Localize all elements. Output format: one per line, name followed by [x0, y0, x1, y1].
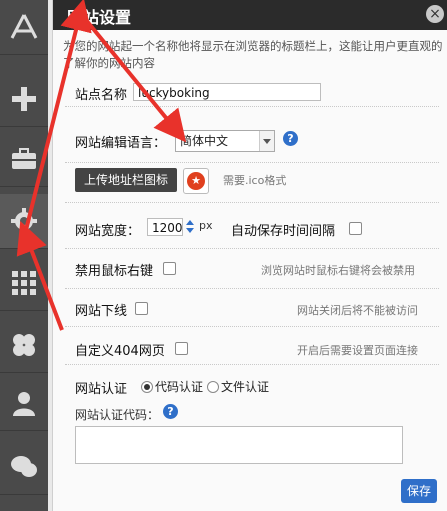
- autosave-checkbox[interactable]: [349, 222, 362, 235]
- width-input[interactable]: 1200: [147, 218, 183, 236]
- language-label: 网站编辑语言：: [75, 136, 167, 151]
- verify-code-textarea[interactable]: [75, 426, 403, 464]
- right-click-row: 禁用鼠标右键 浏览网站时鼠标右键将会被禁用: [65, 254, 439, 289]
- rail-item-apps[interactable]: [0, 0, 48, 55]
- site-name-label: 站点名称: [75, 88, 128, 103]
- offline-row: 网站下线 网站关闭后将不能被访问: [65, 294, 439, 327]
- site-name-row: 站点名称 luckyboking: [65, 80, 439, 107]
- dialog-description: 为您的网站起一个名称他将显示在浏览器的标题栏上，这能让用户更直观的了解你的网站内…: [63, 39, 443, 70]
- custom404-checkbox[interactable]: [175, 342, 188, 355]
- rail-item-add[interactable]: [0, 72, 48, 127]
- rail-item-tools[interactable]: [0, 132, 48, 187]
- rail-item-chat[interactable]: [0, 440, 48, 495]
- autosave-label: 自动保存时间间隔: [231, 224, 336, 239]
- rail-item-settings[interactable]: [0, 194, 48, 249]
- upload-favicon-button[interactable]: 上传地址栏图标: [75, 168, 177, 192]
- custom404-hint: 开启后需要设置页面连接: [297, 344, 418, 357]
- chat-icon: [9, 452, 39, 482]
- dialog-titlebar: 网站设置 ×: [53, 0, 447, 30]
- verify-code-label: 代码认证: [155, 380, 204, 394]
- width-stepper[interactable]: [185, 218, 195, 236]
- custom404-label: 自定义404网页: [75, 344, 165, 359]
- verify-code-radio[interactable]: [141, 381, 153, 393]
- verify-section: 网站认证 代码认证 文件认证 网站认证代码： ?: [65, 372, 439, 470]
- site-settings-dialog: 网站设置 × 为您的网站起一个名称他将显示在浏览器的标题栏上，这能让用户更直观的…: [52, 0, 447, 511]
- width-unit: px: [199, 219, 213, 232]
- offline-checkbox[interactable]: [135, 302, 148, 315]
- favicon-row: 上传地址栏图标 ★ 需要.ico格式: [65, 166, 439, 203]
- right-click-hint: 浏览网站时鼠标右键将会被禁用: [261, 264, 415, 277]
- verify-file-radio[interactable]: [207, 381, 219, 393]
- grid-icon: [9, 268, 39, 298]
- verify-file-label: 文件认证: [221, 380, 270, 394]
- language-help-icon[interactable]: ?: [283, 131, 298, 146]
- app-store-icon: [9, 12, 39, 42]
- verify-help-icon[interactable]: ?: [163, 404, 178, 419]
- verify-label: 网站认证: [75, 382, 128, 397]
- language-select[interactable]: 简体中文: [175, 130, 275, 152]
- clover-icon: [9, 330, 39, 360]
- favicon-preview: ★: [183, 168, 209, 194]
- rail-item-modules[interactable]: [0, 318, 48, 373]
- rail-item-user[interactable]: [0, 376, 48, 431]
- briefcase-icon: [9, 144, 39, 174]
- plus-icon: [9, 84, 39, 114]
- user-icon: [9, 388, 39, 418]
- language-row: 网站编辑语言： 简体中文 ?: [65, 122, 439, 163]
- custom404-row: 自定义404网页 开启后需要设置页面连接: [65, 334, 439, 365]
- right-click-checkbox[interactable]: [163, 262, 176, 275]
- close-icon[interactable]: ×: [426, 5, 444, 23]
- right-click-label: 禁用鼠标右键: [75, 264, 154, 279]
- site-name-input[interactable]: luckyboking: [133, 83, 321, 101]
- language-selected-value: 简体中文: [180, 134, 229, 148]
- offline-label: 网站下线: [75, 304, 128, 319]
- width-label: 网站宽度：: [75, 224, 141, 239]
- gear-icon: [9, 206, 39, 236]
- verify-code-field-label: 网站认证代码：: [75, 408, 160, 422]
- chevron-down-icon: [259, 131, 274, 151]
- favicon-star-icon: ★: [187, 172, 205, 190]
- favicon-hint: 需要.ico格式: [223, 174, 287, 187]
- dialog-title: 网站设置: [67, 8, 132, 27]
- width-row: 网站宽度： 1200 px 自动保存时间间隔: [65, 212, 439, 249]
- rail-item-grid[interactable]: [0, 256, 48, 311]
- save-button[interactable]: 保存: [401, 479, 437, 503]
- offline-hint: 网站关闭后将不能被访问: [297, 304, 418, 317]
- left-icon-rail: [0, 0, 48, 511]
